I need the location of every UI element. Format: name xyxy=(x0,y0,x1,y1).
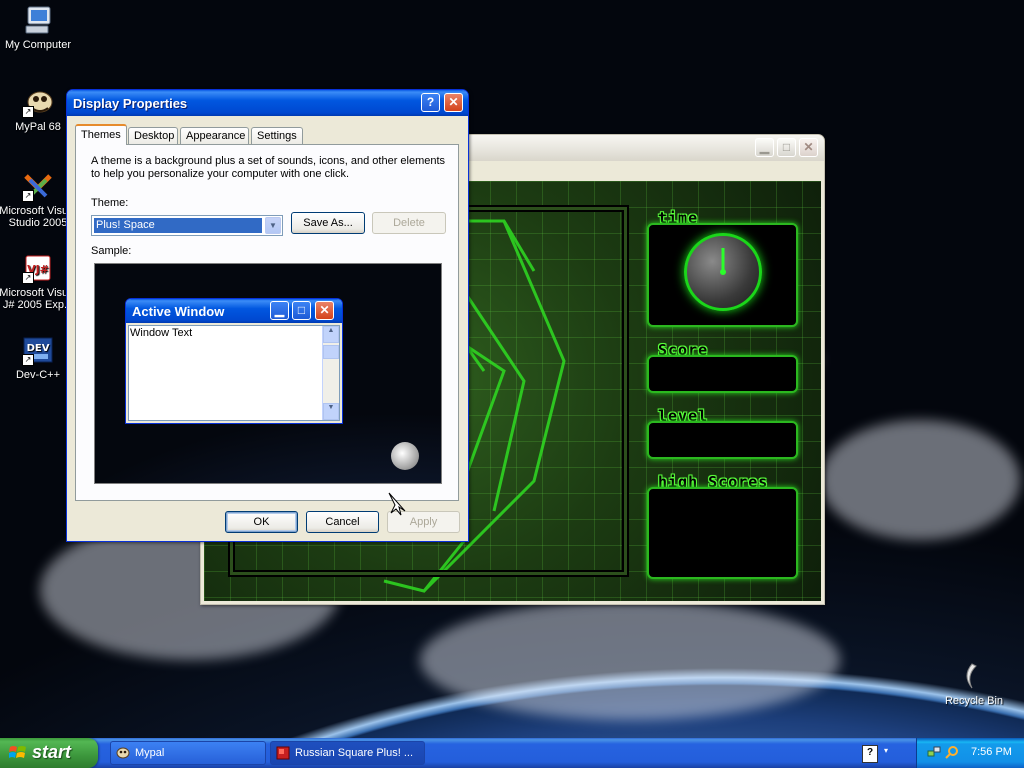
sample-scrollbar: ▲ ▼ xyxy=(322,326,339,420)
computer-icon xyxy=(22,4,54,36)
sample-active-window: Active Window ▁ □ ✕ Window Text ▲ ▼ xyxy=(125,298,343,424)
maximize-button[interactable]: □ xyxy=(777,138,796,157)
theme-label: Theme: xyxy=(91,197,129,209)
desktop-icon-my-computer[interactable]: My Computer xyxy=(0,4,78,51)
taskbar: start Mypal Russian Square Plus! ... ? ▾… xyxy=(0,738,1024,768)
cancel-button[interactable]: Cancel xyxy=(306,511,379,533)
maximize-icon: □ xyxy=(782,140,791,154)
display-properties-dialog[interactable]: Display Properties ? ✕ Themes Desktop Ap… xyxy=(66,89,469,542)
taskbar-item-label: Mypal xyxy=(135,747,165,759)
dialog-titlebar[interactable]: Display Properties ? ✕ xyxy=(67,90,468,116)
cloud-decor xyxy=(820,420,1020,540)
level-panel xyxy=(647,421,798,459)
network-icon[interactable] xyxy=(927,745,941,759)
cloud-decor xyxy=(420,600,840,720)
help-icon: ? xyxy=(426,95,435,109)
mypal-icon xyxy=(116,746,130,760)
chevron-down-icon[interactable]: ▼ xyxy=(265,217,281,234)
timer-clock-icon xyxy=(684,233,762,311)
themes-panel: A theme is a background plus a set of so… xyxy=(75,144,459,501)
sample-minimize-icon: ▁ xyxy=(270,301,289,320)
windows-flag-icon xyxy=(9,746,26,758)
minimize-icon: ▁ xyxy=(759,140,770,154)
shortcut-arrow-icon: ↗ xyxy=(22,190,34,202)
theme-select[interactable]: Plus! Space ▼ xyxy=(91,215,283,236)
desktop-icon-label: My Computer xyxy=(4,39,72,51)
ok-button[interactable]: OK xyxy=(225,511,298,533)
desktop-icon-recycle-bin[interactable]: Recycle Bin xyxy=(934,660,1014,707)
start-button[interactable]: start xyxy=(0,738,98,768)
svg-text:DEV: DEV xyxy=(27,343,50,354)
taskbar-item-mypal[interactable]: Mypal xyxy=(110,741,266,765)
tab-desktop[interactable]: Desktop xyxy=(128,127,178,144)
taskbar-clock[interactable]: 7:56 PM xyxy=(971,746,1012,758)
visual-studio-icon: ↗ xyxy=(22,170,54,202)
shortcut-arrow-icon: ↗ xyxy=(22,106,34,118)
close-icon: ✕ xyxy=(448,95,459,109)
recycle-bin-icon xyxy=(958,660,990,692)
sample-close-icon: ✕ xyxy=(315,301,334,320)
sample-window-title: Active Window xyxy=(132,304,225,319)
chevron-down-icon[interactable]: ▾ xyxy=(884,746,888,755)
help-button[interactable]: ? xyxy=(421,93,440,112)
close-button[interactable]: ✕ xyxy=(444,93,463,112)
visual-jsharp-icon: VJ# ↗ xyxy=(22,252,54,284)
moon-decor xyxy=(391,442,419,470)
dialog-title: Display Properties xyxy=(73,96,188,111)
save-as-button[interactable]: Save As... xyxy=(291,212,365,234)
close-button[interactable]: ✕ xyxy=(799,138,818,157)
tab-settings[interactable]: Settings xyxy=(251,127,303,144)
score-panel xyxy=(647,355,798,393)
tab-appearance[interactable]: Appearance xyxy=(180,127,249,144)
scroll-thumb xyxy=(323,345,339,359)
mypal-icon: ↗ xyxy=(22,86,54,118)
shortcut-arrow-icon: ↗ xyxy=(22,354,34,366)
language-help-icon[interactable]: ? xyxy=(862,745,878,763)
dev-cpp-icon: DEV ↗ xyxy=(22,334,54,366)
sample-window-titlebar: Active Window ▁ □ ✕ xyxy=(126,299,342,323)
theme-select-value: Plus! Space xyxy=(94,218,262,233)
minimize-button[interactable]: ▁ xyxy=(755,138,774,157)
shuttle-cursor-icon xyxy=(388,492,406,516)
sample-label: Sample: xyxy=(91,245,132,257)
system-tray: 7:56 PM xyxy=(916,738,1024,768)
taskbar-item-label: Russian Square Plus! ... xyxy=(295,747,414,759)
sample-maximize-icon: □ xyxy=(292,301,311,320)
search-icon[interactable] xyxy=(945,745,959,759)
scroll-up-icon: ▲ xyxy=(323,326,339,343)
tab-themes[interactable]: Themes xyxy=(75,124,127,145)
high-scores-panel xyxy=(647,487,798,579)
theme-sample-preview: Active Window ▁ □ ✕ Window Text ▲ ▼ xyxy=(94,263,442,484)
sample-window-text: Window Text xyxy=(130,327,193,339)
theme-description: A theme is a background plus a set of so… xyxy=(91,155,446,180)
delete-button[interactable]: Delete xyxy=(372,212,446,234)
close-icon: ✕ xyxy=(803,140,814,154)
scroll-down-icon: ▼ xyxy=(323,403,339,420)
desktop-icon-label: Recycle Bin xyxy=(944,695,1004,707)
russian-square-icon xyxy=(276,746,290,760)
taskbar-item-russian-square[interactable]: Russian Square Plus! ... xyxy=(270,741,425,765)
start-label: start xyxy=(32,742,72,762)
shortcut-arrow-icon: ↗ xyxy=(22,272,34,284)
sample-window-body: Window Text ▲ ▼ xyxy=(128,325,340,421)
